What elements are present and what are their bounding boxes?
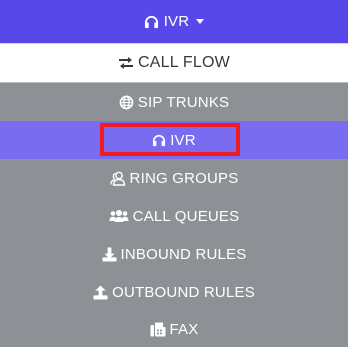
menu-item-inbound-rules[interactable]: INBOUND RULES — [0, 235, 348, 273]
menu-item-label: FAX — [169, 320, 199, 338]
exchange-arrows-icon — [118, 56, 134, 70]
user-group-outline-icon — [109, 171, 126, 186]
menu-item-sip-trunks[interactable]: SIP TRUNKS — [0, 83, 348, 121]
ivr-dropdown-label: IVR — [163, 13, 190, 30]
menu-item-label: RING GROUPS — [129, 169, 239, 187]
ivr-dropdown-toggle[interactable]: IVR — [0, 0, 348, 43]
dropdown-menu: CALL FLOW SIP TRUNKS IVR RING GROUPS CAL… — [0, 43, 348, 347]
menu-item-label: CALL FLOW — [138, 54, 230, 71]
menu-item-label: OUTBOUND RULES — [112, 283, 255, 301]
menu-item-label: INBOUND RULES — [120, 245, 247, 263]
globe-icon — [119, 95, 134, 110]
headphones-icon — [152, 134, 166, 147]
menu-item-label: IVR — [170, 131, 196, 149]
fax-icon — [150, 322, 166, 337]
menu-item-call-flow[interactable]: CALL FLOW — [0, 43, 348, 83]
menu-item-ivr[interactable]: IVR — [0, 121, 348, 159]
headphones-icon — [144, 15, 159, 29]
menu-item-ring-groups[interactable]: RING GROUPS — [0, 159, 348, 197]
upload-icon — [93, 284, 108, 300]
menu-item-fax[interactable]: FAX — [0, 311, 348, 347]
caret-down-icon — [196, 19, 205, 24]
ivr-dropdown: IVR CALL FLOW SIP TRUNKS IVR RING GROUPS… — [0, 0, 348, 347]
menu-item-call-queues[interactable]: CALL QUEUES — [0, 197, 348, 235]
menu-item-label: SIP TRUNKS — [137, 93, 230, 111]
users-icon — [109, 209, 129, 223]
menu-item-label: CALL QUEUES — [132, 207, 240, 225]
menu-item-outbound-rules[interactable]: OUTBOUND RULES — [0, 273, 348, 311]
download-icon — [101, 246, 117, 262]
